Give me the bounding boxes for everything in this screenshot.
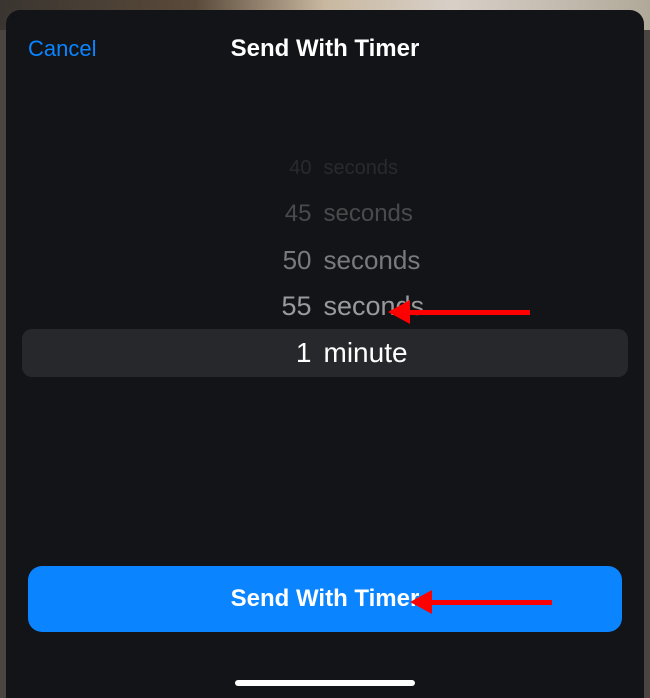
annotation-arrow-icon [410,590,552,614]
picker-value: 50 [207,245,312,276]
picker-value: 1 [207,337,312,369]
picker-value: 55 [207,291,312,322]
picker-unit: seconds [324,245,444,276]
picker-option[interactable]: 45 seconds [6,191,644,237]
timer-picker[interactable]: 40 seconds 45 seconds 50 seconds 55 seco… [6,145,644,375]
picker-option[interactable]: 55 seconds [6,283,644,329]
picker-option-selected[interactable]: 1 minute [22,329,628,377]
picker-value: 40 [207,157,312,180]
annotation-arrow-icon [388,300,530,324]
cancel-button[interactable]: Cancel [28,36,96,62]
picker-unit: seconds [324,200,444,228]
sheet-header: Cancel Send With Timer [6,10,644,70]
picker-option[interactable]: 40 seconds [6,145,644,191]
picker-value: 45 [207,200,312,228]
home-indicator[interactable] [235,680,415,686]
picker-option[interactable]: 50 seconds [6,237,644,283]
picker-unit: minute [324,337,444,369]
picker-unit: seconds [324,157,444,180]
sheet-title: Send With Timer [231,35,420,63]
